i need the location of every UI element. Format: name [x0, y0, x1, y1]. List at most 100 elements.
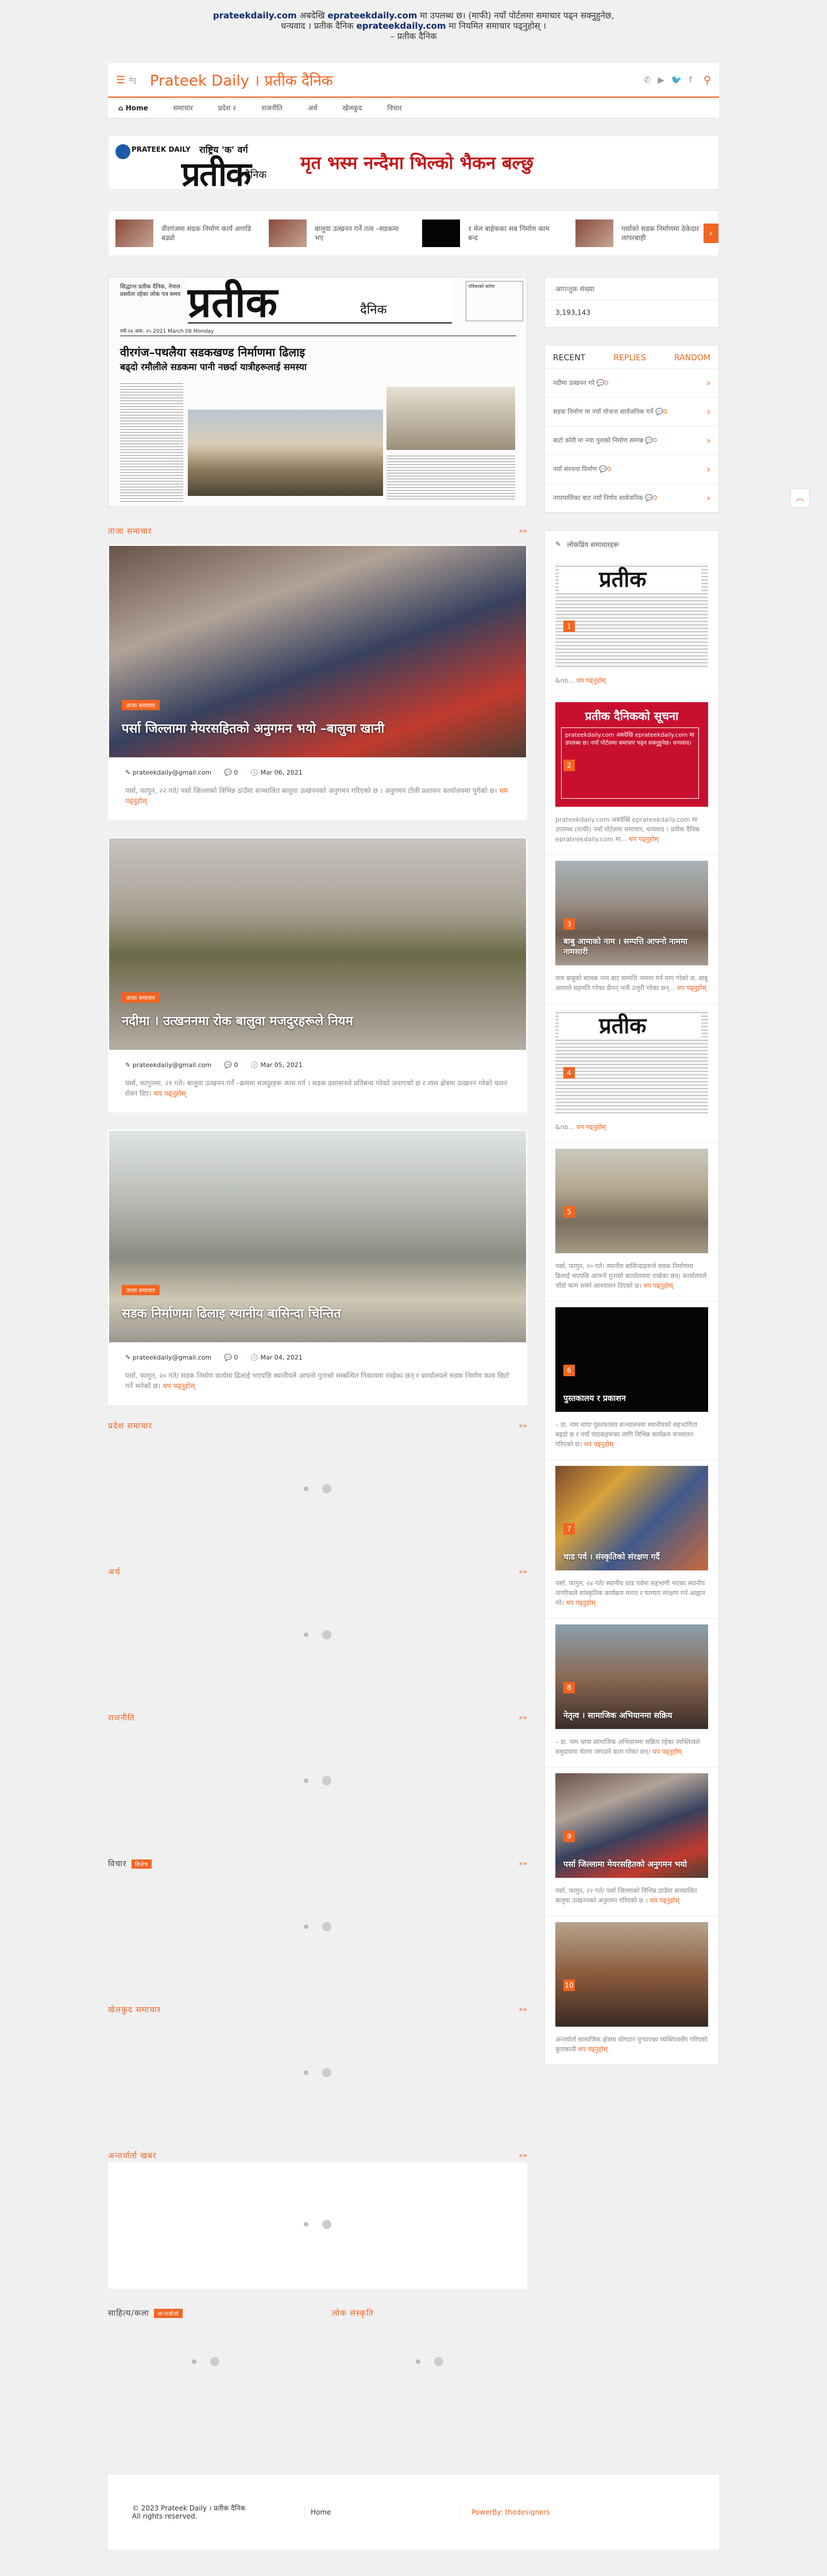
popular-post-image[interactable]: प्रतीक 1	[555, 563, 708, 668]
section-more-link[interactable]: »»	[519, 1568, 527, 1576]
read-more-link[interactable]: थप पढ्नुहोस्	[163, 1382, 195, 1390]
twitter-icon[interactable]: 🐦	[671, 75, 682, 85]
section-title[interactable]: अर्थ	[108, 1566, 121, 1577]
category-badge[interactable]: ताजा समाचार	[122, 700, 160, 710]
tab-replies[interactable]: REPLIES	[613, 353, 646, 363]
comments-count[interactable]: 💬 0	[224, 1061, 238, 1069]
author[interactable]: ✎ prateekdaily@gmail.com	[125, 1354, 211, 1361]
read-more-link[interactable]: थप पढ्नुहोस्	[566, 1599, 595, 1607]
category-badge[interactable]: ताजा समाचार	[122, 1285, 160, 1295]
popular-post-image[interactable]: 9 पर्सा जिल्लामा मेयरसहितको अनुगमन भयो	[555, 1773, 708, 1878]
article-image[interactable]: ताजा समाचार सडक निर्माणमा ढिलाइ स्थानीय …	[109, 1131, 526, 1342]
author[interactable]: ✎ prateekdaily@gmail.com	[125, 769, 211, 776]
popular-post-image[interactable]: 5	[555, 1149, 708, 1253]
article-meta: ✎ prateekdaily@gmail.com 💬 0 🕓 Mar 05, 2…	[109, 1050, 526, 1073]
read-more-link[interactable]: थप पढ्नुहोस्	[650, 1897, 679, 1904]
nav-item[interactable]: राजनीति	[261, 103, 283, 113]
nav-item[interactable]: विचार	[387, 103, 401, 113]
section-title[interactable]: लोक संस्कृति	[332, 2308, 374, 2319]
popular-post-title[interactable]: नेतृत्व । सामाजिक अभियानमा सक्रिय	[563, 1711, 701, 1721]
recent-post-item[interactable]: नयाँ संरचना निर्माण 💬0 ›	[545, 455, 718, 484]
section-more-link[interactable]: »»	[519, 1714, 527, 1722]
ticker-next-button[interactable]: ›	[704, 224, 718, 243]
section-title[interactable]: अन्तर्वार्ता खबर	[108, 2150, 157, 2161]
article-title[interactable]: सडक निर्माणमा ढिलाइ स्थानीय बासिन्दा चिन…	[122, 1304, 512, 1322]
footer-home-link[interactable]: Home	[304, 2505, 459, 2519]
popular-post: प्रतीक 1 &nb... थप पढ्नुहोस्	[545, 557, 718, 696]
nav-item[interactable]: अर्थ	[308, 103, 318, 113]
whatsapp-icon[interactable]: ✆	[644, 75, 651, 85]
section-title[interactable]: प्रदेश समाचार	[108, 1420, 152, 1431]
section-title[interactable]: साहित्य/कला अन्तर्वार्ता	[108, 2308, 183, 2319]
popular-post-title[interactable]: बाबु आमाको नाम । सम्पत्ति आफ्नो नाममा ना…	[563, 937, 701, 957]
popular-post-image[interactable]: 7 चाड पर्व । संस्कृतिको संरक्षण गर्दै	[555, 1466, 708, 1570]
section-title[interactable]: खेलकुद समाचार	[108, 2004, 161, 2015]
popular-post: 8 नेतृत्व । सामाजिक अभियानमा सक्रिय – डा…	[545, 1618, 718, 1767]
read-more-link[interactable]: थप पढ्नुहोस्	[652, 1748, 682, 1755]
read-more-link[interactable]: थप पढ्नुहोस्	[577, 1123, 606, 1131]
author[interactable]: ✎ prateekdaily@gmail.com	[125, 1061, 211, 1069]
recent-post-item[interactable]: नदीमा उत्खनन गरे 💬0 ›	[545, 369, 718, 398]
back-to-top-button[interactable]: ︿	[790, 488, 810, 508]
section-more-link[interactable]: »»	[519, 1422, 527, 1430]
powered-by-link[interactable]: PowerBy: thedesigners	[459, 2505, 695, 2519]
popular-post-image[interactable]: प्रतीक दैनिकको सूचना prateekdaily.com अब…	[555, 702, 708, 807]
popular-post-title[interactable]: चाड पर्व । संस्कृतिको संरक्षण गर्दै	[563, 1552, 701, 1562]
article-title[interactable]: पर्सा जिल्लामा मेयरसहितको अनुगमन भयो –बा…	[122, 719, 512, 737]
nav-item[interactable]: समाचार	[173, 103, 193, 113]
read-more-link[interactable]: थप पढ्नुहोस्	[577, 677, 606, 684]
section-title[interactable]: ताजा समाचार	[108, 526, 152, 537]
article-image[interactable]: ताजा समाचार पर्सा जिल्लामा मेयरसहितको अन…	[109, 546, 526, 757]
recent-post-item[interactable]: नगरपालिका बाट नयाँ निर्णय सार्वजनिक 💬0 ›	[545, 484, 718, 513]
read-more-link[interactable]: थप पढ्नुहोस्	[584, 1441, 613, 1448]
section-more-link[interactable]: »»	[519, 2151, 527, 2159]
recent-post-item[interactable]: सडक निर्माण मा नयाँ योजना सार्वजनिक गर्न…	[545, 398, 718, 426]
header-banner[interactable]: PRATEEK DAILY राष्ट्रिय 'क' वर्ग प्रतीक …	[108, 136, 719, 194]
read-more-link[interactable]: थप पढ्नुहोस्	[643, 1282, 673, 1289]
notice-link-old[interactable]: prateekdaily.com	[213, 10, 297, 21]
menu-button[interactable]: ☰ मेनु	[116, 74, 136, 86]
category-badge[interactable]: ताजा समाचार	[122, 992, 160, 1003]
ticker-item[interactable]: वीरगंजमा सडक निर्माण कार्य अगाडि बढ्यो	[115, 220, 252, 247]
ticker-item[interactable]: पर्साको सडक निर्माणमा ठेकेदार लापरबाही	[575, 220, 712, 247]
popular-post-image[interactable]: 3 बाबु आमाको नाम । सम्पत्ति आफ्नो नाममा …	[555, 861, 708, 965]
section-loader	[108, 1578, 527, 1693]
popular-post-title[interactable]: पुस्तकालय र प्रकाशन	[563, 1393, 701, 1404]
notice-link-new[interactable]: eprateekdaily.com	[356, 21, 446, 31]
popular-post-image[interactable]: प्रतीक 4	[555, 1010, 708, 1114]
read-more-link[interactable]: थप पढ्नुहोस्	[677, 984, 706, 992]
popular-post-image[interactable]: 10	[555, 1922, 708, 2027]
comments-count[interactable]: 💬 0	[224, 1354, 238, 1361]
comments-count[interactable]: 💬 0	[224, 769, 238, 776]
section-title[interactable]: विचार विशेष	[108, 1858, 152, 1869]
tab-random[interactable]: RANDOM	[674, 353, 710, 363]
hero-newspaper-image[interactable]: सिद्धान्त प्रतीक दैनिक, नेपाल प्रस्तोता …	[108, 277, 527, 507]
site-title[interactable]: Prateek Daily । प्रतीक दैनिक	[150, 70, 644, 90]
section-more-link[interactable]: »»	[519, 1859, 527, 1867]
article-title[interactable]: नदीमा । उत्खननमा रोक बालुवा मजदुरहरूले न…	[122, 1012, 512, 1029]
loading-dot	[192, 2359, 196, 2364]
main-column: सिद्धान्त प्रतीक दैनिक, नेपाल प्रस्तोता …	[108, 277, 527, 2406]
section-header: अन्तर्वार्ता खबर »»	[108, 2148, 527, 2162]
popular-post-image[interactable]: 8 नेतृत्व । सामाजिक अभियानमा सक्रिय	[555, 1624, 708, 1729]
nav-item[interactable]: खेलकुद	[343, 103, 362, 113]
popular-post-title[interactable]: पर्सा जिल्लामा मेयरसहितको अनुगमन भयो	[563, 1859, 701, 1870]
notice-link-new[interactable]: eprateekdaily.com	[327, 10, 417, 21]
read-more-link[interactable]: थप पढ्नुहोस्	[629, 835, 658, 843]
nav-item[interactable]: प्रदेश २	[218, 103, 236, 113]
search-icon[interactable]: ⚲	[704, 74, 711, 86]
read-more-link[interactable]: थप पढ्नुहोस्	[578, 2046, 608, 2053]
youtube-icon[interactable]: ▶	[658, 75, 664, 85]
ticker-item[interactable]: १ मेल बाहेकका सब निर्माण काम बन्द	[422, 220, 558, 247]
read-more-link[interactable]: थप पढ्नुहोस्	[154, 1089, 186, 1098]
ticker-item[interactable]: बालुवा उत्खनन गर्ने तत्व –सडकमा भए	[269, 220, 405, 247]
recent-post-item[interactable]: बाटो कोरी मा नया पुलको निर्माण सम्पन्न 💬…	[545, 426, 718, 455]
section-title[interactable]: राजनीति	[108, 1712, 135, 1723]
tab-recent[interactable]: RECENT	[553, 353, 585, 363]
facebook-icon[interactable]: f	[689, 75, 692, 85]
section-more-link[interactable]: »»	[519, 527, 527, 535]
nav-item-home[interactable]: ⌂ Home	[118, 104, 148, 112]
popular-post-image[interactable]: 6 पुस्तकालय र प्रकाशन	[555, 1307, 708, 1412]
article-image[interactable]: ताजा समाचार नदीमा । उत्खननमा रोक बालुवा …	[109, 838, 526, 1050]
section-more-link[interactable]: »»	[519, 2005, 527, 2013]
